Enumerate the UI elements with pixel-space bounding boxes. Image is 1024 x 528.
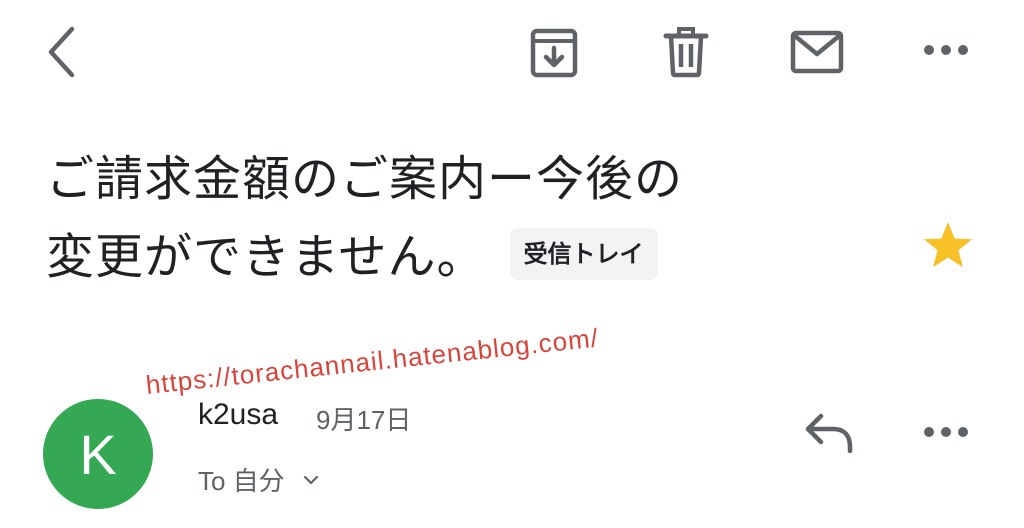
star-icon — [924, 222, 972, 268]
chevron-left-icon — [48, 26, 75, 78]
reply-icon — [805, 413, 853, 454]
message-more-options-button[interactable] — [918, 414, 974, 450]
trash-icon — [663, 27, 709, 78]
sender-name: k2usa — [198, 398, 279, 431]
email-subject: ご請求金額のご案内ー今後の 変更ができません。 受信トレイ — [46, 140, 886, 296]
more-horizontal-icon — [924, 45, 968, 55]
mail-icon — [790, 30, 844, 74]
recipient-details-toggle[interactable]: To 自分 — [198, 461, 319, 498]
star-button[interactable] — [918, 218, 978, 272]
delete-button[interactable] — [656, 22, 716, 82]
mark-unread-button[interactable] — [786, 24, 848, 80]
inbox-label-chip[interactable]: 受信トレイ — [509, 228, 658, 280]
back-button[interactable] — [36, 20, 86, 84]
more-horizontal-icon — [924, 427, 968, 437]
archive-button[interactable] — [524, 22, 584, 82]
subject-line-1: ご請求金額のご案内ー今後の — [46, 151, 684, 207]
subject-line-2-text: 変更ができません。 — [46, 229, 486, 285]
sender-avatar[interactable]: K — [43, 399, 153, 509]
blog-url-watermark: https://torachannail.hatenablog.com/ — [144, 322, 601, 400]
subject-line-2: 変更ができません。 受信トレイ — [46, 218, 886, 296]
reply-button[interactable] — [800, 406, 858, 458]
more-options-button[interactable] — [918, 32, 974, 68]
archive-icon — [530, 28, 578, 78]
recipient-text: To 自分 — [198, 466, 285, 496]
message-date: 9月17日 — [316, 405, 412, 435]
chevron-down-icon — [303, 475, 319, 485]
